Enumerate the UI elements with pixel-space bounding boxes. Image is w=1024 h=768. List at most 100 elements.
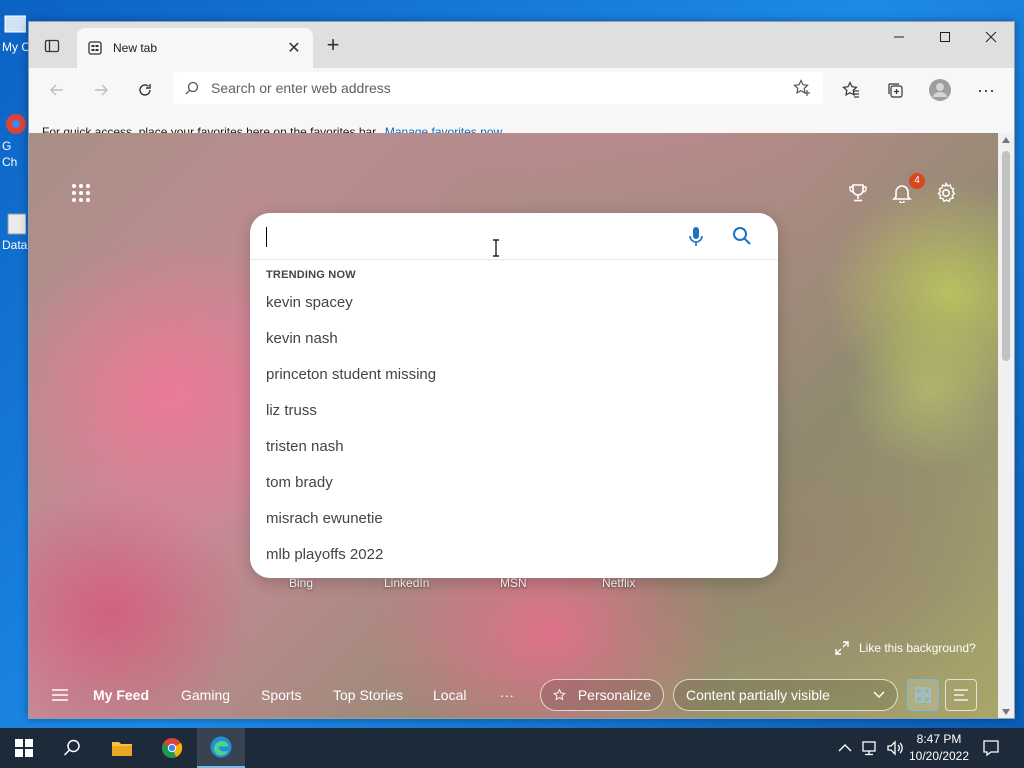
grid-layout-button[interactable]	[907, 679, 939, 711]
app-launcher-grid-icon	[72, 184, 90, 202]
rewards-button[interactable]	[842, 177, 874, 209]
new-tab-button[interactable]: +	[321, 34, 345, 58]
notification-center-icon	[983, 740, 999, 757]
start-button[interactable]	[0, 728, 48, 768]
suggestion-item[interactable]: kevin nash	[266, 330, 338, 347]
chevron-up-icon	[838, 744, 852, 752]
suggestion-item[interactable]: misrach ewunetie	[266, 510, 383, 527]
notification-count-badge: 4	[909, 173, 925, 189]
feed-tab-my-feed[interactable]: My Feed	[93, 687, 149, 703]
forward-button[interactable]	[85, 74, 117, 106]
minimize-button[interactable]	[876, 22, 922, 52]
feed-tab-sports[interactable]: Sports	[261, 687, 301, 703]
settings-and-more-button[interactable]: ···	[970, 74, 1002, 106]
network-button[interactable]	[862, 728, 880, 768]
feed-menu-button[interactable]	[51, 687, 69, 708]
app-launcher-button[interactable]	[65, 177, 97, 209]
tab-title: New tab	[113, 41, 158, 55]
desktop-icon-chrome[interactable]: G Ch	[2, 112, 30, 170]
address-bar[interactable]: Search or enter web address	[173, 72, 823, 104]
desktop-icon-data[interactable]: Data	[2, 212, 30, 252]
content-visibility-dropdown[interactable]: Content partially visible	[673, 679, 898, 711]
suggestion-item[interactable]: mlb playoffs 2022	[266, 546, 383, 563]
refresh-icon	[139, 84, 151, 96]
search-icon	[63, 739, 80, 756]
back-button[interactable]	[41, 74, 73, 106]
back-arrow-icon	[50, 84, 63, 96]
chevron-down-icon	[873, 691, 885, 699]
chrome-taskbar-button[interactable]	[148, 728, 196, 768]
new-tab-page-icon	[88, 41, 102, 55]
shortcut-bing[interactable]: Bing	[289, 576, 313, 590]
feed-more-button[interactable]: ···	[500, 687, 514, 703]
action-center-button[interactable]	[982, 728, 1000, 768]
add-favorite-icon[interactable]	[793, 79, 811, 97]
collections-button[interactable]	[879, 74, 911, 106]
edge-icon	[210, 736, 232, 758]
browser-window: New tab ✕ + Search or enter web address	[28, 21, 1015, 719]
voice-search-button[interactable]	[686, 226, 706, 253]
chrome-icon	[6, 114, 26, 134]
desktop-icon-label: G Ch	[2, 139, 18, 169]
gear-icon	[937, 182, 956, 203]
tab-actions-button[interactable]	[39, 34, 65, 58]
close-window-button[interactable]	[968, 22, 1014, 52]
windows-logo-icon	[15, 739, 33, 757]
forward-arrow-icon	[95, 84, 108, 96]
page-settings-button[interactable]	[930, 177, 962, 209]
navigation-toolbar: Search or enter web address ···	[29, 68, 1014, 112]
shortcut-netflix[interactable]: Netflix	[602, 576, 635, 590]
file-explorer-button[interactable]	[98, 728, 146, 768]
feed-tab-gaming[interactable]: Gaming	[181, 687, 230, 703]
web-search-input[interactable]	[250, 213, 778, 260]
like-background-button[interactable]: Like this background?	[835, 641, 976, 655]
refresh-button[interactable]	[129, 74, 161, 106]
microphone-icon	[689, 227, 703, 246]
search-submit-button[interactable]	[732, 226, 752, 251]
maximize-button[interactable]	[922, 22, 968, 52]
shortcut-msn[interactable]: MSN	[500, 576, 527, 590]
profile-button[interactable]	[924, 74, 956, 106]
suggestion-item[interactable]: princeton student missing	[266, 366, 436, 383]
volume-button[interactable]	[886, 728, 904, 768]
edge-taskbar-button[interactable]	[197, 728, 245, 768]
favorites-star-icon	[842, 81, 859, 98]
network-icon	[862, 741, 876, 756]
sparkle-star-icon	[553, 688, 566, 701]
list-layout-button[interactable]	[945, 679, 977, 711]
address-placeholder: Search or enter web address	[211, 80, 391, 96]
grid-layout-icon	[915, 687, 931, 703]
tab-new-tab[interactable]: New tab ✕	[77, 28, 313, 68]
feed-tab-top-stories[interactable]: Top Stories	[333, 687, 403, 703]
profile-avatar-icon	[929, 79, 951, 101]
tab-close-button[interactable]: ✕	[285, 38, 303, 58]
suggestion-item[interactable]: tom brady	[266, 474, 333, 491]
page-scrollbar[interactable]	[998, 133, 1014, 718]
personalize-button[interactable]: Personalize	[540, 679, 664, 711]
suggestion-item[interactable]: liz truss	[266, 402, 317, 419]
feed-tab-local[interactable]: Local	[433, 687, 466, 703]
desktop-icon-my-computer[interactable]: My C	[2, 14, 30, 54]
scrollbar-thumb[interactable]	[1002, 151, 1010, 361]
tab-actions-icon	[44, 39, 60, 53]
suggestion-item[interactable]: kevin spacey	[266, 294, 353, 311]
desktop-icon-label: Data	[2, 238, 28, 252]
tab-strip: New tab ✕ +	[29, 22, 1014, 68]
favorites-button[interactable]	[835, 74, 867, 106]
clock[interactable]: 8:47 PM 10/20/2022	[904, 731, 974, 765]
show-hidden-icons-button[interactable]	[838, 728, 852, 768]
scroll-down-icon[interactable]	[1002, 709, 1010, 715]
feed-navigation-bar: My Feed Gaming Sports Top Stories Local …	[29, 673, 998, 718]
taskbar-search-button[interactable]	[48, 728, 96, 768]
new-tab-page: 4 Bing LinkedIn MSN Netflix TRENDING NOW…	[29, 133, 998, 718]
like-background-label: Like this background?	[859, 641, 976, 655]
suggestion-item[interactable]: tristen nash	[266, 438, 344, 455]
i-beam-cursor-icon	[493, 239, 499, 257]
trending-heading: TRENDING NOW	[266, 269, 356, 281]
taskbar: 8:47 PM 10/20/2022	[0, 728, 1024, 768]
scroll-up-icon[interactable]	[1002, 137, 1010, 143]
shortcut-linkedin[interactable]: LinkedIn	[384, 576, 429, 590]
expand-icon	[835, 641, 849, 655]
speaker-icon	[887, 740, 903, 756]
maximize-icon	[940, 32, 950, 42]
